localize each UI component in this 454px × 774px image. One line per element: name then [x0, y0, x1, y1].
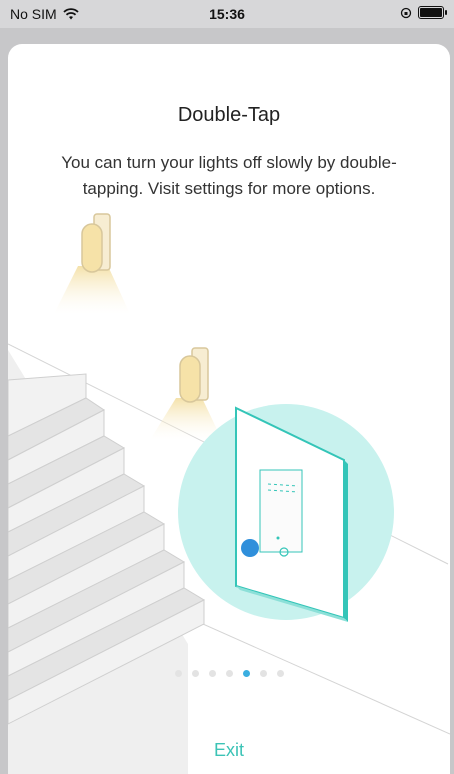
pagination-dot: [242, 670, 250, 677]
page-description: You can turn your lights off slowly by d…: [61, 153, 397, 198]
pagination-dot: [259, 670, 267, 677]
status-right: [400, 6, 447, 19]
pagination-dots: [8, 670, 450, 677]
pagination-dot: [174, 670, 182, 677]
wall-lamp-lower: [150, 347, 222, 440]
status-bar: No SIM 15:36: [0, 0, 454, 28]
pagination-dot: [276, 670, 284, 677]
wall-lamp-upper: [54, 213, 130, 314]
battery-icon: [418, 6, 447, 19]
pagination-dot: [225, 670, 233, 677]
onboarding-sheet: Double-Tap You can turn your lights off …: [8, 44, 450, 774]
pagination-dot: [191, 670, 199, 677]
pagination-dot: [208, 670, 216, 677]
status-time: 15:36: [209, 6, 245, 22]
page-title: Double-Tap: [177, 104, 281, 126]
orientation-lock-icon: [400, 7, 412, 18]
exit-button[interactable]: Exit: [8, 740, 450, 761]
